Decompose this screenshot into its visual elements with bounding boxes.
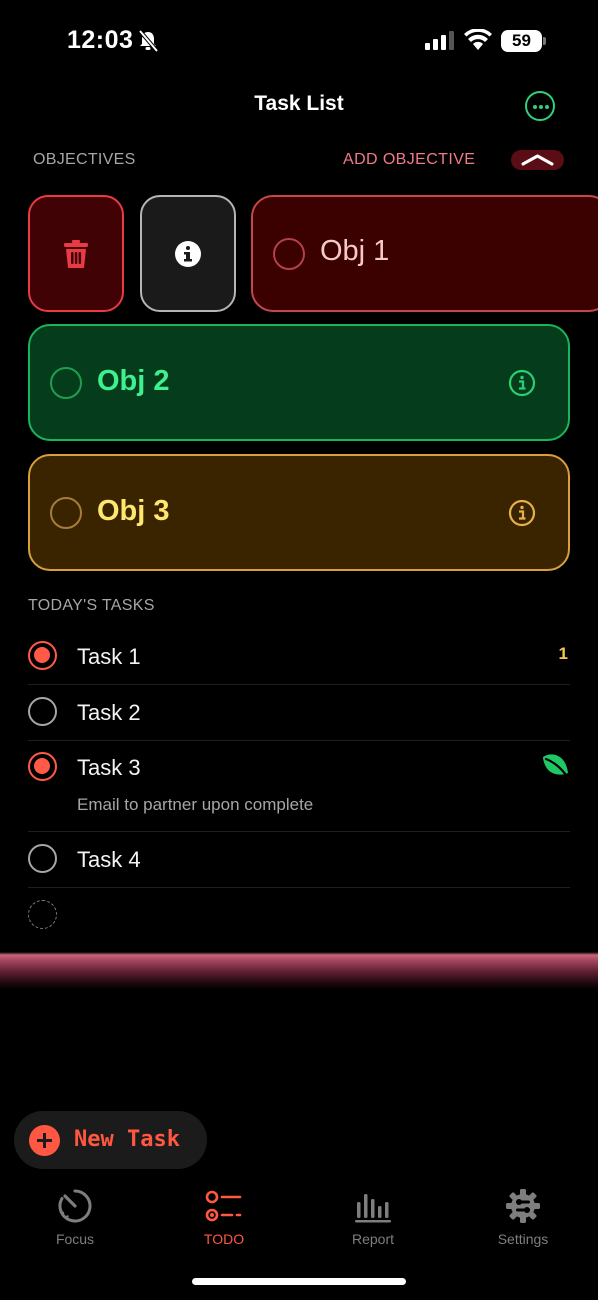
bar-chart-icon xyxy=(355,1194,391,1223)
task-badge: 1 xyxy=(558,644,568,663)
status-bar: 12:03 59 xyxy=(0,0,598,80)
info-icon xyxy=(175,240,201,267)
task-checkbox[interactable] xyxy=(28,697,57,726)
delete-objective-button[interactable] xyxy=(28,195,124,312)
page-title: Task List xyxy=(254,92,344,115)
plus-icon xyxy=(29,1125,60,1156)
list-icon xyxy=(205,1190,242,1222)
battery-tip xyxy=(543,37,546,45)
tab-label: TODO xyxy=(203,1231,245,1247)
more-options-button[interactable] xyxy=(525,91,555,121)
task-row[interactable]: Task 4 xyxy=(28,832,570,888)
timer-icon xyxy=(58,1189,92,1223)
battery-indicator: 59 xyxy=(501,30,547,52)
objective-card[interactable]: Obj 1 xyxy=(251,195,598,312)
task-checkbox[interactable] xyxy=(28,752,57,781)
objective-checkbox[interactable] xyxy=(273,238,305,270)
gear-icon xyxy=(506,1189,540,1223)
more-dots-icon xyxy=(538,104,543,109)
new-task-label: New Task xyxy=(74,1127,180,1152)
task-row[interactable]: Task 3 Email to partner upon complete xyxy=(28,741,570,832)
objective-label: Obj 1 xyxy=(320,235,390,267)
tab-focus[interactable]: Focus xyxy=(20,1188,130,1250)
chevron-up-icon xyxy=(521,154,554,166)
tab-settings[interactable]: Settings xyxy=(468,1188,578,1250)
task-row[interactable]: Task 2 xyxy=(28,685,570,741)
tab-label: Report xyxy=(351,1231,395,1247)
task-name: Task 4 xyxy=(77,847,141,872)
task-row[interactable]: Task 1 1 xyxy=(28,628,570,685)
objective-label: Obj 2 xyxy=(97,365,170,397)
tab-report[interactable]: Report xyxy=(318,1188,428,1250)
tab-label: Settings xyxy=(497,1231,549,1247)
objectives-section-label: OBJECTIVES xyxy=(33,151,136,168)
trash-icon xyxy=(64,239,88,268)
new-task-button[interactable]: New Task xyxy=(14,1111,207,1169)
more-dots-icon xyxy=(544,104,549,109)
info-icon[interactable] xyxy=(508,499,536,527)
tab-todo[interactable]: TODO xyxy=(169,1188,279,1250)
objective-label: Obj 3 xyxy=(97,495,170,527)
tasks-section-label: TODAY'S TASKS xyxy=(28,597,155,614)
bell-muted-icon xyxy=(138,30,158,52)
cellular-signal-icon xyxy=(425,31,454,50)
objective-info-button[interactable] xyxy=(140,195,236,312)
task-name: Task 2 xyxy=(77,700,141,725)
objective-checkbox[interactable] xyxy=(50,367,82,399)
objective-checkbox[interactable] xyxy=(50,497,82,529)
battery-level: 59 xyxy=(501,30,542,52)
objective-card[interactable]: Obj 2 xyxy=(28,324,570,441)
task-checkbox[interactable] xyxy=(28,641,57,670)
glow-divider xyxy=(0,952,598,990)
new-task-row[interactable] xyxy=(28,888,570,940)
leaf-icon xyxy=(543,754,568,777)
collapse-objectives-button[interactable] xyxy=(511,150,564,170)
task-checkbox[interactable] xyxy=(28,844,57,873)
task-placeholder-checkbox[interactable] xyxy=(28,900,57,929)
status-time: 12:03 xyxy=(67,26,134,54)
wifi-icon xyxy=(464,29,492,50)
tab-label: Focus xyxy=(55,1231,95,1247)
task-note: Email to partner upon complete xyxy=(77,795,314,814)
home-indicator[interactable] xyxy=(192,1278,406,1285)
task-name: Task 1 xyxy=(77,644,141,669)
info-icon[interactable] xyxy=(508,369,536,397)
add-objective-button[interactable]: ADD OBJECTIVE xyxy=(343,151,475,169)
task-name: Task 3 xyxy=(77,755,141,780)
objective-card[interactable]: Obj 3 xyxy=(28,454,570,571)
more-dots-icon xyxy=(532,104,537,109)
